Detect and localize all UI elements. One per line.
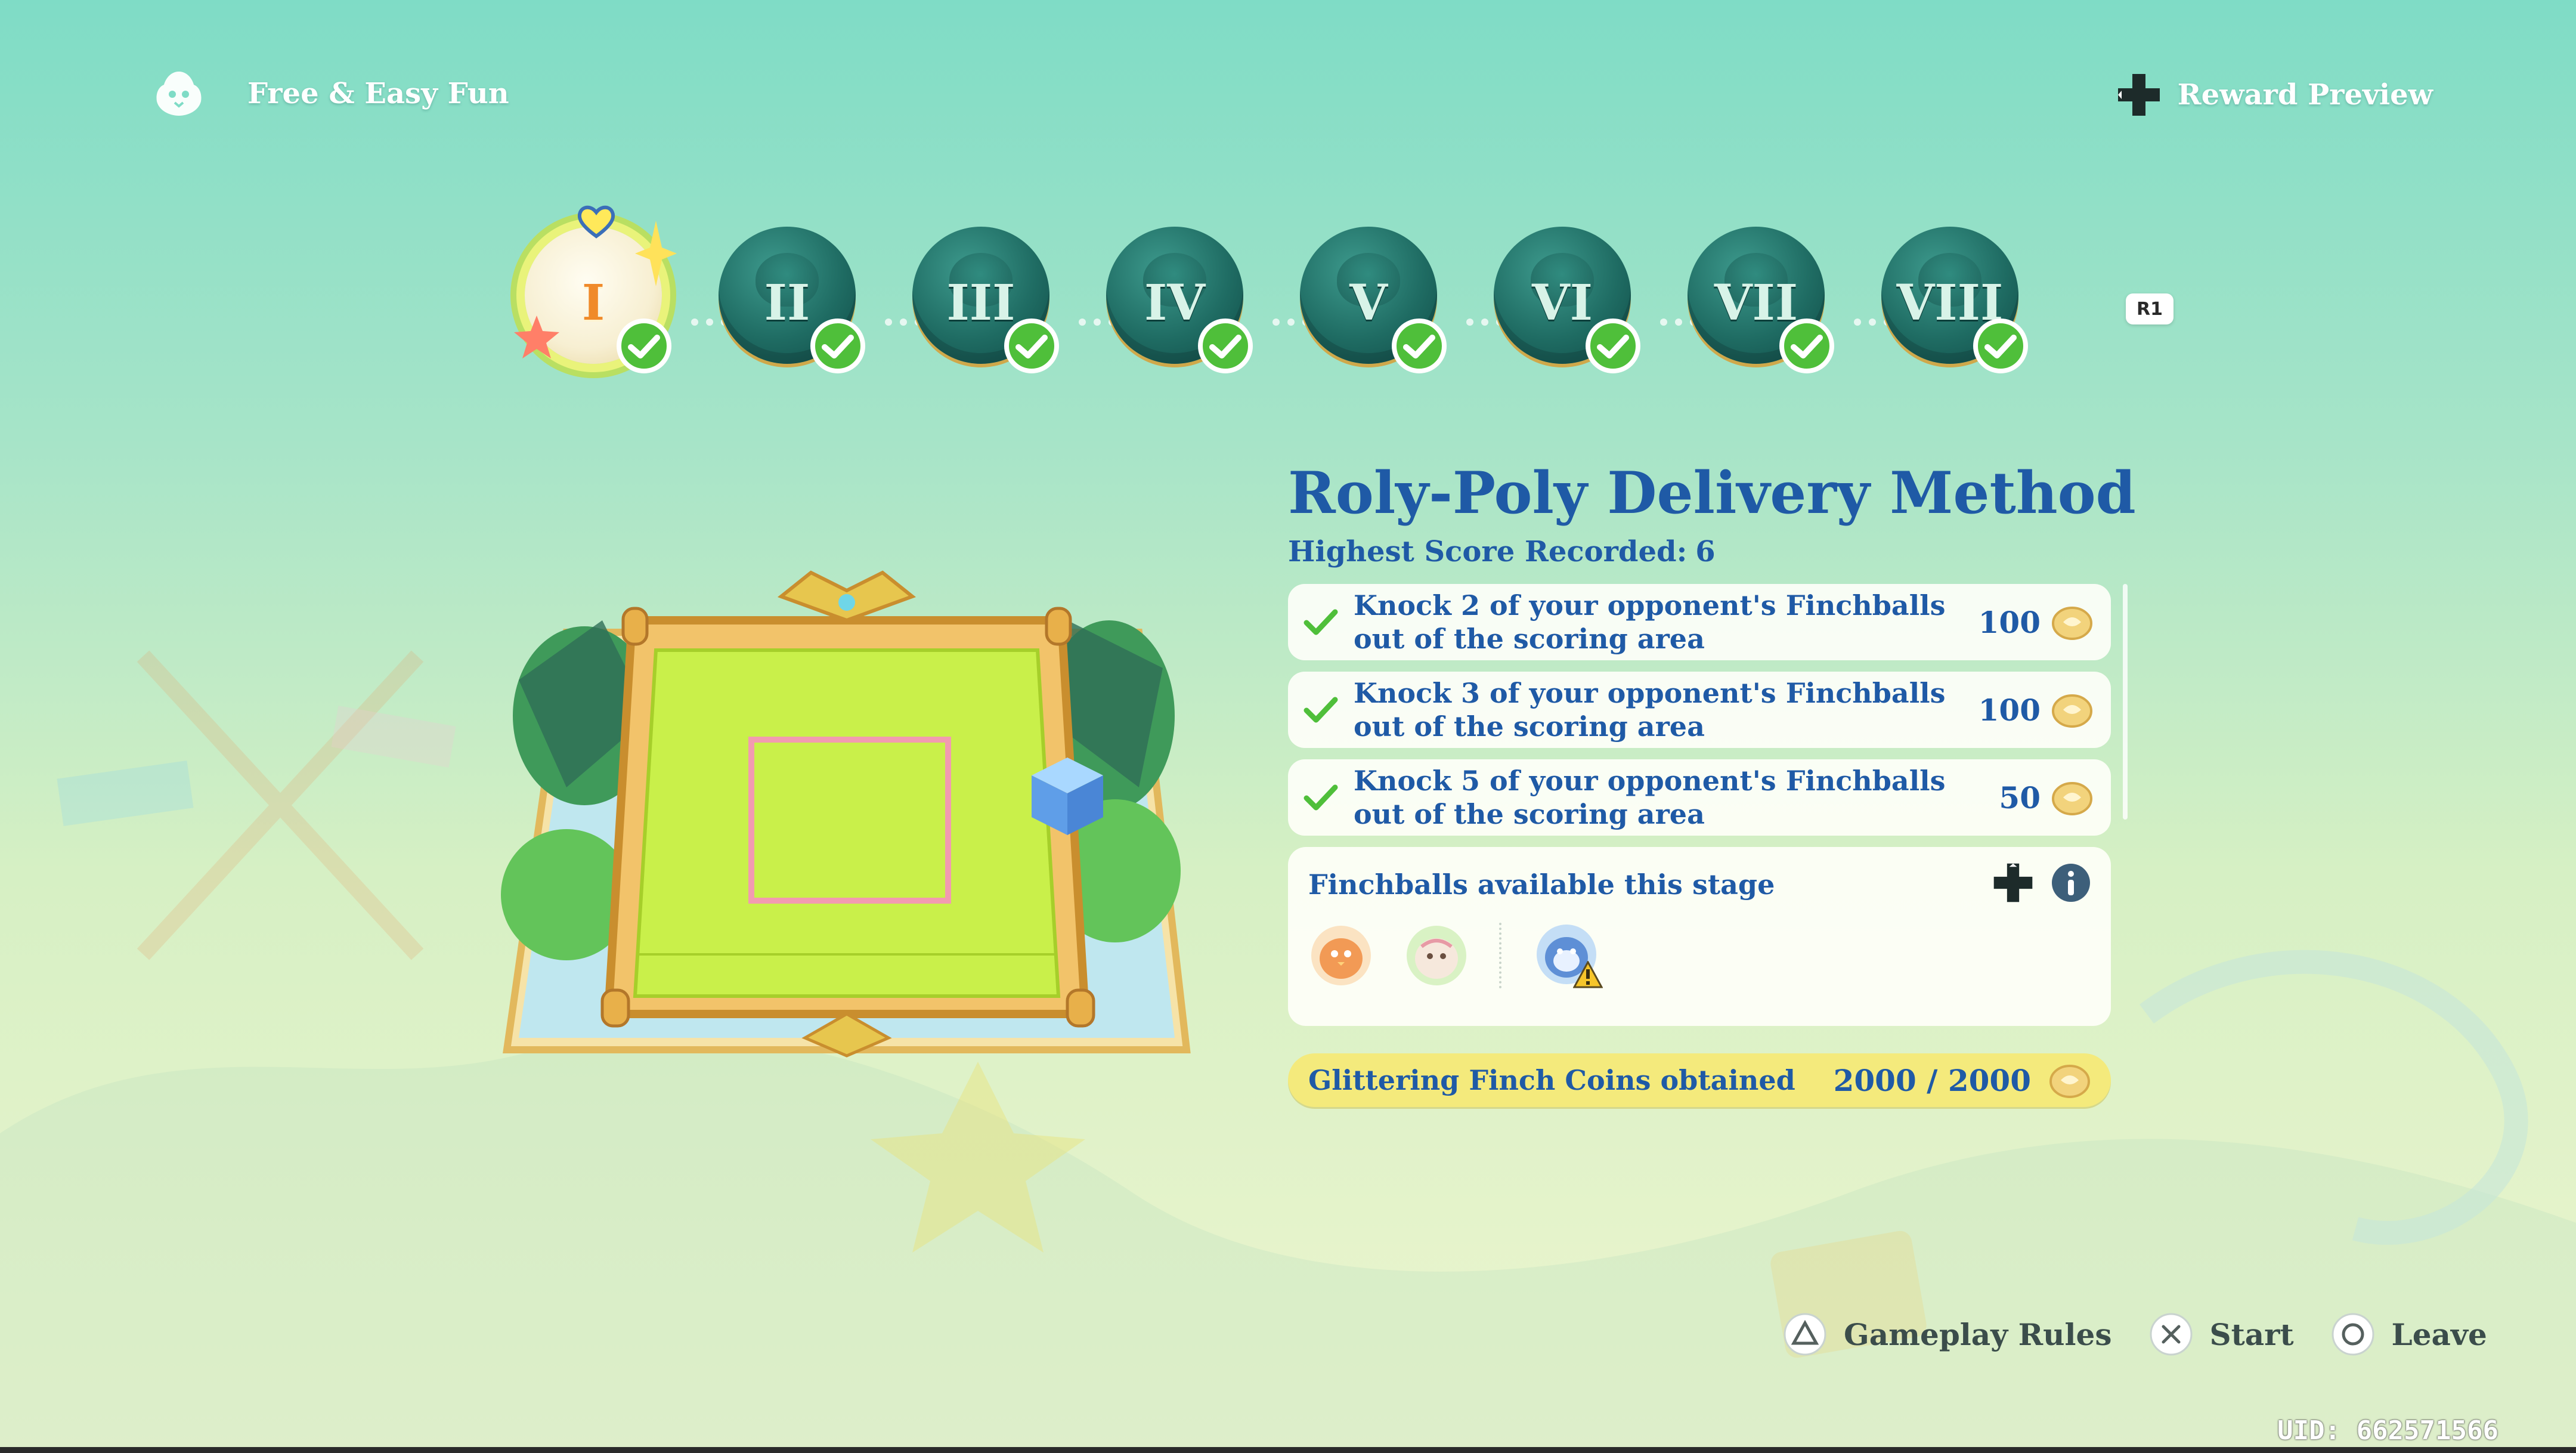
reward-preview-button[interactable]: Reward Preview [2116,72,2433,118]
task-reward-value: 100 [1978,692,2041,728]
start-button[interactable]: Start [2149,1312,2294,1356]
highest-score: Highest Score Recorded: 6 [1288,535,2111,568]
check-badge-icon [617,319,671,373]
stage-8[interactable]: VIII [1875,209,2028,388]
stage-2[interactable]: II [713,209,865,388]
stage-4[interactable]: IV [1100,209,1253,388]
finch-coin-icon [2052,694,2092,728]
start-label: Start [2209,1316,2294,1352]
task-reward: 100 [1950,604,2111,640]
mode-logo-icon [156,72,202,116]
task-reward-value: 50 [1999,780,2041,815]
stage-3[interactable]: III [906,209,1059,388]
task-description: Knock 2 of your opponent's Finchballs ou… [1354,589,1946,655]
dpad-icon[interactable] [1992,861,2035,904]
check-icon [1304,609,1338,635]
highest-score-label: Highest Score Recorded: [1288,535,1688,568]
finch-coins-progress: Glittering Finch Coins obtained 2000 / 2… [1288,1053,2111,1107]
check-badge-icon [810,319,865,373]
circle-button-icon [2332,1313,2374,1356]
screen-bottom-strip [0,1447,2576,1453]
task-list-scrollbar[interactable] [2123,584,2128,820]
info-icon[interactable] [2050,862,2092,904]
uid-label: UID: 662571566 [2277,1415,2498,1446]
finchball-separator [1499,923,1504,988]
stage-5[interactable]: V [1294,209,1447,388]
gameplay-rules-button[interactable]: Gameplay Rules [1783,1312,2112,1356]
check-badge-icon [1586,319,1640,373]
check-badge-icon [1779,319,1834,373]
stage-7[interactable]: VII [1682,209,1834,388]
finchballs-panel: Finchballs available this stage [1288,847,2111,1026]
check-icon [1304,784,1338,811]
mode-title: Free & Easy Fun [247,77,509,110]
check-icon [1304,697,1338,723]
green-finchball-icon[interactable] [1404,923,1469,988]
finchball-list [1308,922,1603,990]
task-item: Knock 2 of your opponent's Finchballs ou… [1288,584,2111,660]
task-item: Knock 3 of your opponent's Finchballs ou… [1288,672,2111,748]
leave-label: Leave [2391,1316,2487,1352]
warning-icon [1573,961,1603,988]
heart-icon [577,205,615,239]
task-reward-value: 100 [1978,604,2041,640]
task-reward: 100 [1950,692,2111,728]
check-badge-icon [1004,319,1059,373]
reward-preview-label: Reward Preview [2177,78,2433,112]
task-description: Knock 5 of your opponent's Finchballs ou… [1354,765,1946,830]
triangle-button-icon [1784,1313,1826,1356]
leave-button[interactable]: Leave [2331,1312,2487,1356]
finch-coin-icon [2049,1065,2090,1098]
stage-6[interactable]: VI [1488,209,1640,388]
check-badge-icon [1392,319,1447,373]
bottom-controls: Gameplay Rules Start Leave [1783,1312,2487,1356]
finch-coin-icon [2052,607,2092,640]
coins-value: 2000 / 2000 [1833,1062,2031,1098]
stage-board-illustration [501,570,1191,1058]
check-badge-icon [1198,319,1253,373]
highest-score-value: 6 [1695,535,1716,568]
finch-coin-icon [2052,782,2092,815]
dpad-icon [2117,74,2160,116]
task-item: Knock 5 of your opponent's Finchballs ou… [1288,759,2111,836]
gameplay-rules-label: Gameplay Rules [1844,1316,2112,1352]
mode-header: Free & Easy Fun [152,67,509,120]
check-badge-icon [1973,319,2028,373]
stage-1[interactable]: I [514,205,677,388]
stage-title: Roly-Poly Delivery Method [1288,459,2136,527]
coins-label: Glittering Finch Coins obtained [1308,1064,1795,1096]
finchballs-label: Finchballs available this stage [1308,868,1775,901]
orange-finchball-icon[interactable] [1308,923,1374,988]
cross-button-icon [2150,1313,2192,1356]
task-description: Knock 3 of your opponent's Finchballs ou… [1354,677,1946,743]
task-reward: 50 [1950,780,2111,815]
task-list: Knock 2 of your opponent's Finchballs ou… [1288,584,2128,836]
stage-selector: I II III IV V VI VII VIII [513,197,2063,400]
stage-detail-panel: Roly-Poly Delivery Method Highest Score … [1288,459,2136,1107]
next-page-r1-button[interactable]: R1 [2126,293,2174,324]
